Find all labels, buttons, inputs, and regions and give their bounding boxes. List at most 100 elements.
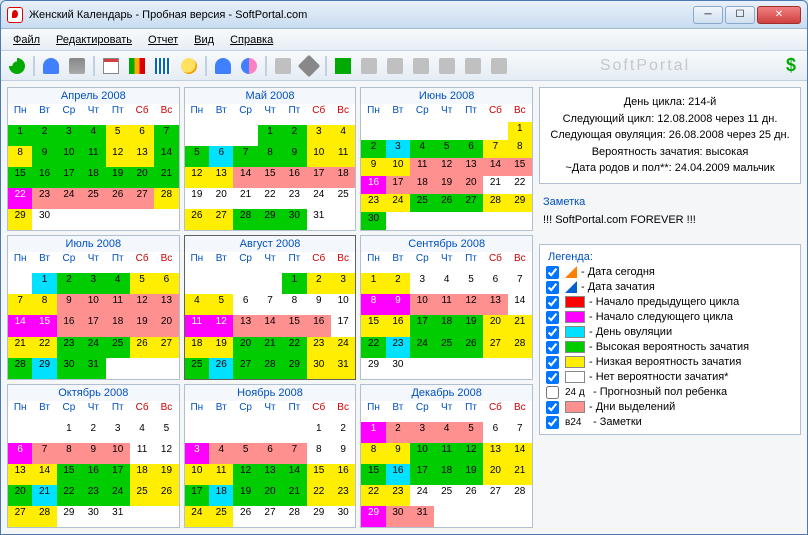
day-cell[interactable]: 23 [331,485,355,506]
any1-button[interactable] [357,54,381,78]
day-cell[interactable]: 13 [483,443,507,464]
day-cell[interactable]: 5 [106,125,130,146]
day-cell[interactable]: 11 [434,443,458,464]
day-cell[interactable]: 11 [81,146,105,167]
day-cell[interactable]: 4 [185,294,209,315]
legend-checkbox[interactable] [546,356,559,369]
day-cell[interactable]: 3 [106,422,130,443]
day-cell[interactable]: 2 [386,422,410,443]
day-cell[interactable]: 20 [459,176,483,194]
day-cell[interactable]: 22 [57,485,81,506]
day-cell[interactable]: 14 [233,167,257,188]
tool-button[interactable] [271,54,295,78]
day-cell[interactable]: 28 [483,194,507,212]
day-cell[interactable]: 19 [434,176,458,194]
day-cell[interactable]: 7 [258,294,282,315]
day-cell[interactable]: 27 [233,358,257,379]
day-cell[interactable]: 22 [508,176,532,194]
day-cell[interactable]: 9 [331,443,355,464]
day-cell[interactable]: 20 [258,485,282,506]
day-cell[interactable]: 5 [209,294,233,315]
day-cell[interactable]: 3 [185,443,209,464]
day-cell[interactable]: 12 [185,167,209,188]
day-cell[interactable]: 17 [57,167,81,188]
day-cell[interactable]: 24 [410,485,434,506]
user-button[interactable] [39,54,63,78]
day-cell[interactable]: 13 [233,315,257,336]
day-cell[interactable]: 27 [459,194,483,212]
day-cell[interactable]: 14 [508,294,532,315]
day-cell[interactable]: 25 [209,506,233,527]
day-cell[interactable]: 14 [258,315,282,336]
day-cell[interactable]: 21 [282,485,306,506]
day-cell[interactable]: 8 [32,294,56,315]
day-cell[interactable]: 4 [209,443,233,464]
day-cell[interactable]: 14 [8,315,32,336]
day-cell[interactable]: 1 [282,273,306,294]
day-cell[interactable]: 24 [106,485,130,506]
any4-button[interactable] [435,54,459,78]
day-cell[interactable]: 6 [130,125,154,146]
day-cell[interactable]: 11 [410,158,434,176]
day-cell[interactable]: 15 [282,315,306,336]
day-cell[interactable]: 26 [459,337,483,358]
day-cell[interactable]: 30 [386,358,410,379]
day-cell[interactable]: 10 [57,146,81,167]
day-cell[interactable]: 10 [307,146,331,167]
day-cell[interactable]: 25 [106,337,130,358]
day-cell[interactable]: 17 [410,315,434,336]
day-cell[interactable]: 21 [258,337,282,358]
day-cell[interactable]: 20 [233,337,257,358]
day-cell[interactable]: 31 [410,506,434,527]
any2-button[interactable] [383,54,407,78]
day-cell[interactable]: 24 [386,194,410,212]
day-cell[interactable]: 10 [185,464,209,485]
day-cell[interactable]: 1 [307,422,331,443]
day-cell[interactable]: 20 [154,315,178,336]
day-cell[interactable]: 2 [386,273,410,294]
day-cell[interactable]: 21 [483,176,507,194]
day-cell[interactable]: 30 [81,506,105,527]
day-cell[interactable]: 28 [32,506,56,527]
day-cell[interactable]: 15 [32,315,56,336]
day-cell[interactable]: 26 [209,358,233,379]
menu-help[interactable]: Справка [222,32,281,48]
day-cell[interactable]: 12 [459,443,483,464]
day-cell[interactable]: 24 [307,188,331,209]
day-cell[interactable]: 28 [8,358,32,379]
day-cell[interactable]: 8 [258,146,282,167]
day-cell[interactable]: 29 [508,194,532,212]
day-cell[interactable]: 19 [154,464,178,485]
day-cell[interactable]: 30 [386,506,410,527]
day-cell[interactable]: 26 [106,188,130,209]
day-cell[interactable]: 15 [57,464,81,485]
day-cell[interactable]: 1 [508,122,532,140]
day-cell[interactable]: 7 [154,125,178,146]
day-cell[interactable]: 2 [32,125,56,146]
day-cell[interactable]: 16 [81,464,105,485]
day-cell[interactable]: 16 [386,315,410,336]
day-cell[interactable]: 3 [57,125,81,146]
day-cell[interactable]: 12 [434,158,458,176]
day-cell[interactable]: 23 [32,188,56,209]
day-cell[interactable]: 1 [32,273,56,294]
day-cell[interactable]: 11 [130,443,154,464]
day-cell[interactable]: 18 [185,337,209,358]
day-cell[interactable]: 12 [106,146,130,167]
day-cell[interactable]: 21 [508,315,532,336]
legend-checkbox[interactable] [546,416,559,429]
day-cell[interactable]: 20 [130,167,154,188]
day-cell[interactable]: 7 [233,146,257,167]
day-cell[interactable]: 28 [258,358,282,379]
day-cell[interactable]: 7 [282,443,306,464]
day-cell[interactable]: 21 [508,464,532,485]
day-cell[interactable]: 27 [483,485,507,506]
day-cell[interactable]: 13 [459,158,483,176]
day-cell[interactable]: 21 [154,167,178,188]
day-cell[interactable]: 9 [361,158,385,176]
day-cell[interactable]: 30 [307,358,331,379]
day-cell[interactable]: 2 [331,422,355,443]
day-cell[interactable]: 4 [410,140,434,158]
legend-checkbox[interactable] [546,311,559,324]
day-cell[interactable]: 26 [130,337,154,358]
